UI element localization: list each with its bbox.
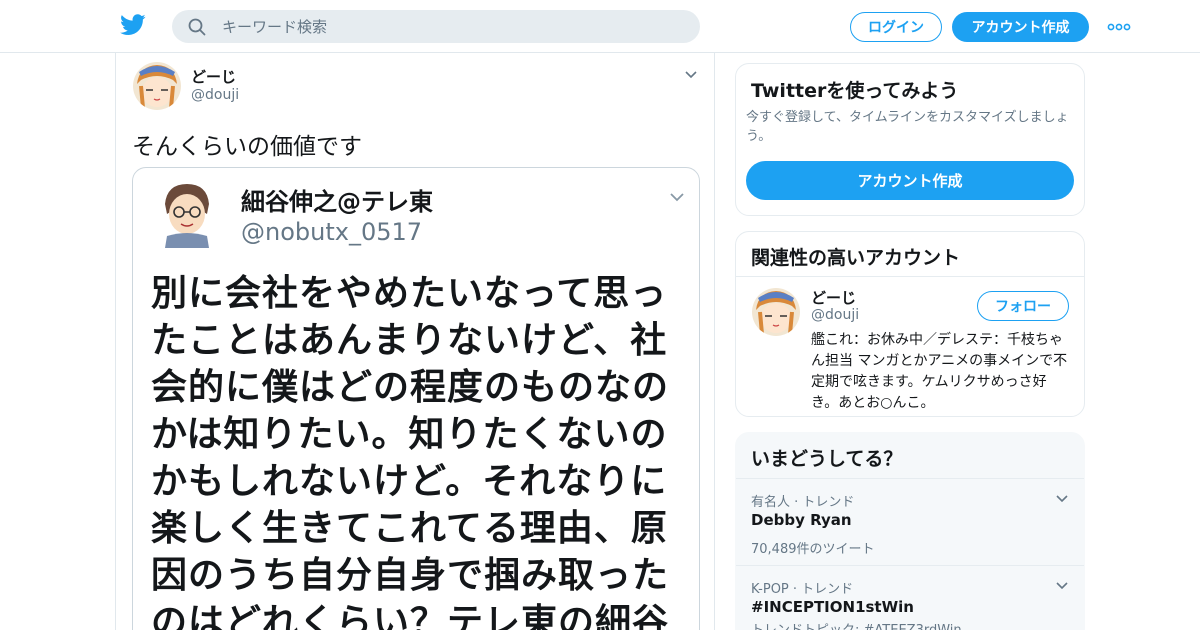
embedded-avatar bbox=[155, 180, 219, 248]
related-card-title: 関連性の高いアカウント bbox=[751, 247, 961, 269]
embedded-text-line: かもしれないけど。それなりに bbox=[151, 461, 668, 502]
trends-card: いまどうしてる？ 有名人 · トレンド Debby Ryan 70,489件のツ… bbox=[735, 432, 1085, 630]
trend-tweet-count: 70,489件のツイート bbox=[751, 542, 875, 557]
chevron-down-icon[interactable] bbox=[684, 70, 698, 80]
avatar[interactable] bbox=[752, 288, 800, 336]
chevron-down-icon[interactable] bbox=[1055, 494, 1069, 504]
trend-name[interactable]: #INCEPTION1stWin bbox=[751, 598, 914, 616]
tweet-author-handle[interactable]: @douji bbox=[191, 87, 239, 103]
login-button[interactable]: ログイン bbox=[850, 12, 942, 42]
avatar-illustration bbox=[752, 288, 800, 336]
embedded-text-line: 因のうち自分自身で掴み取った bbox=[151, 555, 670, 596]
embedded-author-handle: @nobutx_0517 bbox=[241, 218, 423, 246]
embedded-text-line: 楽しく生きてこれてる理由、原 bbox=[151, 508, 668, 549]
trend-meta: 有名人 · トレンド bbox=[751, 495, 855, 510]
trends-card-title: いまどうしてる？ bbox=[751, 448, 903, 470]
tweet-column: どーじ @douji そんくらいの価値です 細谷伸之@テレ東 @nobutx_0… bbox=[115, 53, 715, 630]
chevron-down-icon bbox=[670, 193, 684, 202]
tweet-media-image[interactable]: 細谷伸之@テレ東 @nobutx_0517 別に会社をやめたいなって思っ たこと… bbox=[132, 167, 700, 630]
tweet-author-name[interactable]: どーじ bbox=[191, 66, 236, 87]
embedded-tweet-text: 別に会社をやめたいなって思っ たことはあんまりないけど、社 会的に僕はどの程度の… bbox=[151, 270, 691, 630]
signup-card-button[interactable]: アカウント作成 bbox=[746, 161, 1074, 200]
embedded-avatar-illustration bbox=[165, 184, 209, 248]
signup-card: Twitterを使ってみよう 今すぐ登録して、タイムラインをカスタマイズしましょ… bbox=[735, 63, 1085, 216]
trend-name[interactable]: Debby Ryan bbox=[751, 511, 852, 529]
follow-button[interactable]: フォロー bbox=[977, 291, 1069, 321]
embedded-text-line: 会的に僕はどの程度のものなの bbox=[151, 367, 670, 408]
top-navigation-bar: ログイン アカウント作成 bbox=[0, 0, 1200, 53]
trend-meta: K-POP · トレンド bbox=[751, 582, 854, 597]
signup-card-subtitle: 今すぐ登録して、タイムラインをカスタマイズしましょう。 bbox=[746, 110, 1069, 144]
related-accounts-card: 関連性の高いアカウント どーじ @douji フォロー 艦これ：お休み中／デレス… bbox=[735, 231, 1085, 417]
avatar-illustration bbox=[133, 62, 181, 110]
twitter-bird-icon[interactable] bbox=[120, 14, 146, 36]
divider bbox=[736, 276, 1084, 277]
trend-item[interactable]: 有名人 · トレンド Debby Ryan 70,489件のツイート bbox=[736, 479, 1084, 565]
avatar[interactable] bbox=[133, 62, 181, 110]
search-input[interactable] bbox=[222, 10, 682, 43]
chevron-down-icon[interactable] bbox=[1055, 581, 1069, 591]
trend-item[interactable]: K-POP · トレンド #INCEPTION1stWin トレンドトピック: … bbox=[736, 566, 1084, 630]
signup-card-title: Twitterを使ってみよう bbox=[751, 80, 959, 102]
embedded-text-line: かは知りたい。知りたくないの bbox=[151, 414, 668, 455]
related-account-bio: 艦これ：お休み中／デレステ：千枝ちゃん担当 マンガとかアニメの事メインで不定期で… bbox=[811, 332, 1068, 411]
search-icon bbox=[188, 18, 206, 36]
embedded-text-line: のはどれくらい？テレ東の細谷 bbox=[151, 602, 670, 630]
signup-button[interactable]: アカウント作成 bbox=[952, 12, 1089, 42]
tweet-text: そんくらいの価値です bbox=[132, 134, 362, 160]
embedded-text-line: たことはあんまりないけど、社 bbox=[151, 320, 668, 361]
related-account-handle[interactable]: @douji bbox=[811, 307, 859, 323]
more-dots-icon[interactable] bbox=[1107, 23, 1131, 31]
trend-topic: トレンドトピック: #ATEEZ3rdWin bbox=[751, 619, 962, 630]
related-account-name[interactable]: どーじ bbox=[811, 287, 856, 308]
search-bar bbox=[172, 10, 700, 43]
embedded-text-line: 別に会社をやめたいなって思っ bbox=[151, 273, 668, 314]
embedded-author-name: 細谷伸之@テレ東 bbox=[241, 188, 433, 216]
